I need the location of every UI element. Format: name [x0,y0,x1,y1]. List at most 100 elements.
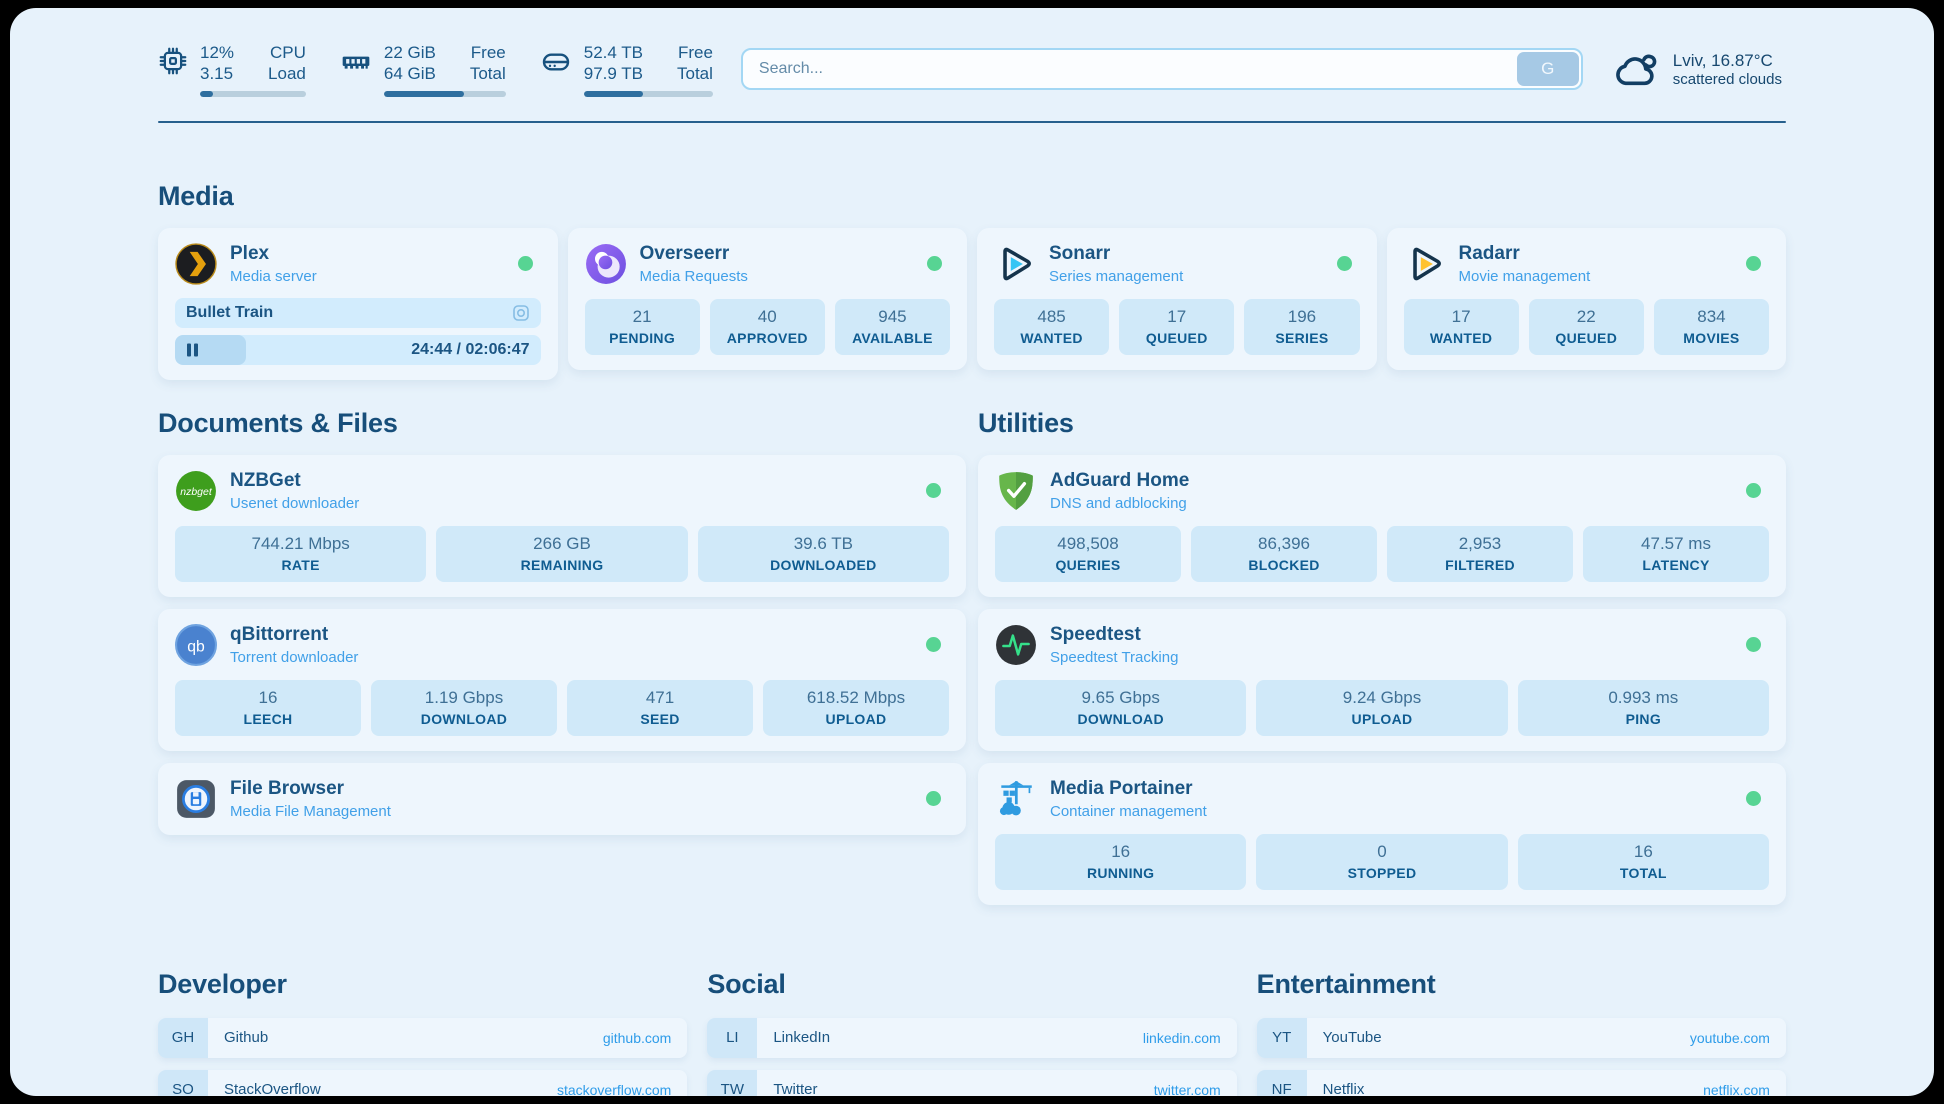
media-cards: Plex Media server Bullet Train 24:44 / 0… [158,228,1786,380]
cpu-progress-fill [200,91,213,97]
app-card-radarr[interactable]: Radarr Movie management 17 WANTED 22 QUE… [1387,228,1787,370]
stat-tile-wanted: 485 WANTED [994,299,1109,355]
ram-free-label: Free [470,42,506,63]
stat-tile-upload: 618.52 Mbps UPLOAD [763,680,949,736]
app-name: Sonarr [1049,243,1324,265]
status-online-dot [1337,256,1352,271]
video-session-icon [512,304,530,322]
app-card-adguard[interactable]: AdGuard Home DNS and adblocking 498,508 … [978,455,1786,597]
topbar: 12% 3.15 CPU Load [158,42,1786,97]
documents-column: Documents & Files nzbget NZBGet Usenet d… [158,408,966,835]
app-card-speedtest[interactable]: Speedtest Speedtest Tracking 9.65 Gbps D… [978,609,1786,751]
ram-progress-fill [384,91,464,97]
cpu-icon [158,46,188,76]
adguard-icon [995,470,1037,512]
link-github[interactable]: GH Github github.com [158,1018,687,1058]
search-input[interactable] [741,48,1583,90]
ram-total-label: Total [470,63,506,84]
stat-tile-queued: 17 QUEUED [1119,299,1234,355]
app-card-qbittorrent[interactable]: qb qBittorrent Torrent downloader 16 LEE… [158,609,966,751]
link-youtube[interactable]: YT YouTube youtube.com [1257,1018,1786,1058]
disk-free-value: 52.4 TB [584,42,643,63]
cpu-progress-track [200,91,306,97]
app-card-plex[interactable]: Plex Media server Bullet Train 24:44 / 0… [158,228,558,380]
disk-metric: 52.4 TB 97.9 TB Free Total [540,42,713,97]
stat-tile-stopped: 0 STOPPED [1256,834,1507,890]
stat-tile-blocked: 86,396 BLOCKED [1191,526,1377,582]
status-online-dot [1746,791,1761,806]
pause-icon [187,343,198,356]
app-subtitle: Media server [230,268,505,285]
app-subtitle: Speedtest Tracking [1050,649,1733,666]
stat-tile-pending: 21 PENDING [585,299,700,355]
link-abbr-badge: NF [1257,1070,1307,1097]
app-name: AdGuard Home [1050,470,1733,492]
link-abbr-badge: YT [1257,1018,1307,1058]
section-title-entertainment: Entertainment [1257,969,1786,1000]
section-title-utilities: Utilities [978,408,1786,439]
app-name: File Browser [230,778,913,800]
section-title-social: Social [707,969,1236,1000]
cloud-icon [1611,48,1661,90]
portainer-icon [995,778,1037,820]
link-abbr-badge: GH [158,1018,208,1058]
app-card-portainer[interactable]: Media Portainer Container management 16 … [978,763,1786,905]
app-card-nzbget[interactable]: nzbget NZBGet Usenet downloader 744.21 M… [158,455,966,597]
dashboard-page: 12% 3.15 CPU Load [10,8,1934,1096]
status-online-dot [518,256,533,271]
status-online-dot [1746,637,1761,652]
search-provider-button[interactable]: G [1517,52,1579,86]
stat-tile-rate: 744.21 Mbps RATE [175,526,426,582]
status-online-dot [927,256,942,271]
svg-text:qb: qb [187,638,205,655]
link-stackoverflow[interactable]: SO StackOverflow stackoverflow.com [158,1070,687,1097]
stat-tile-filtered: 2,953 FILTERED [1387,526,1573,582]
app-name: Speedtest [1050,624,1733,646]
utilities-column: Utilities AdGuard Home DNS and adblockin… [978,408,1786,905]
stat-tile-queries: 498,508 QUERIES [995,526,1181,582]
ram-metric: 22 GiB 64 GiB Free Total [340,42,506,97]
nzbget-icon: nzbget [175,470,217,512]
app-name: qBittorrent [230,624,913,646]
app-card-sonarr[interactable]: Sonarr Series management 485 WANTED 17 Q… [977,228,1377,370]
stat-tile-series: 196 SERIES [1244,299,1359,355]
overseerr-icon [585,243,627,285]
social-column: Social LI LinkedIn linkedin.com TW Twitt… [707,969,1236,1097]
entertainment-column: Entertainment YT YouTube youtube.com NF … [1257,969,1786,1097]
link-abbr-badge: TW [707,1070,757,1097]
status-online-dot [926,483,941,498]
stat-tile-remaining: 266 GB REMAINING [436,526,687,582]
stat-tile-approved: 40 APPROVED [710,299,825,355]
app-subtitle: Usenet downloader [230,495,913,512]
ram-progress-track [384,91,506,97]
stat-tile-ping: 0.993 ms PING [1518,680,1769,736]
app-subtitle: Movie management [1459,268,1734,285]
sonarr-icon [994,243,1036,285]
cpu-load-label: Load [268,63,306,84]
app-subtitle: DNS and adblocking [1050,495,1733,512]
link-abbr-badge: SO [158,1070,208,1097]
link-linkedin[interactable]: LI LinkedIn linkedin.com [707,1018,1236,1058]
link-twitter[interactable]: TW Twitter twitter.com [707,1070,1236,1097]
plex-progress-bar[interactable]: 24:44 / 02:06:47 [175,335,541,365]
radarr-icon [1404,243,1446,285]
disk-free-label: Free [677,42,713,63]
link-netflix[interactable]: NF Netflix netflix.com [1257,1070,1786,1097]
app-name: Overseerr [640,243,915,265]
stat-tile-latency: 47.57 ms LATENCY [1583,526,1769,582]
weather-condition: scattered clouds [1673,71,1782,88]
stat-tile-queued: 22 QUEUED [1529,299,1644,355]
disk-progress-track [584,91,713,97]
status-online-dot [926,637,941,652]
link-abbr-badge: LI [707,1018,757,1058]
app-card-overseerr[interactable]: Overseerr Media Requests 21 PENDING 40 A… [568,228,968,370]
disk-progress-fill [584,91,643,97]
app-card-filebrowser[interactable]: File Browser Media File Management [158,763,966,835]
header-divider [158,121,1786,123]
filebrowser-icon [175,778,217,820]
stat-tile-download: 9.65 Gbps DOWNLOAD [995,680,1246,736]
stream-title: Bullet Train [186,304,273,322]
system-metrics: 12% 3.15 CPU Load [158,42,713,97]
status-online-dot [1746,256,1761,271]
app-name: Media Portainer [1050,778,1733,800]
